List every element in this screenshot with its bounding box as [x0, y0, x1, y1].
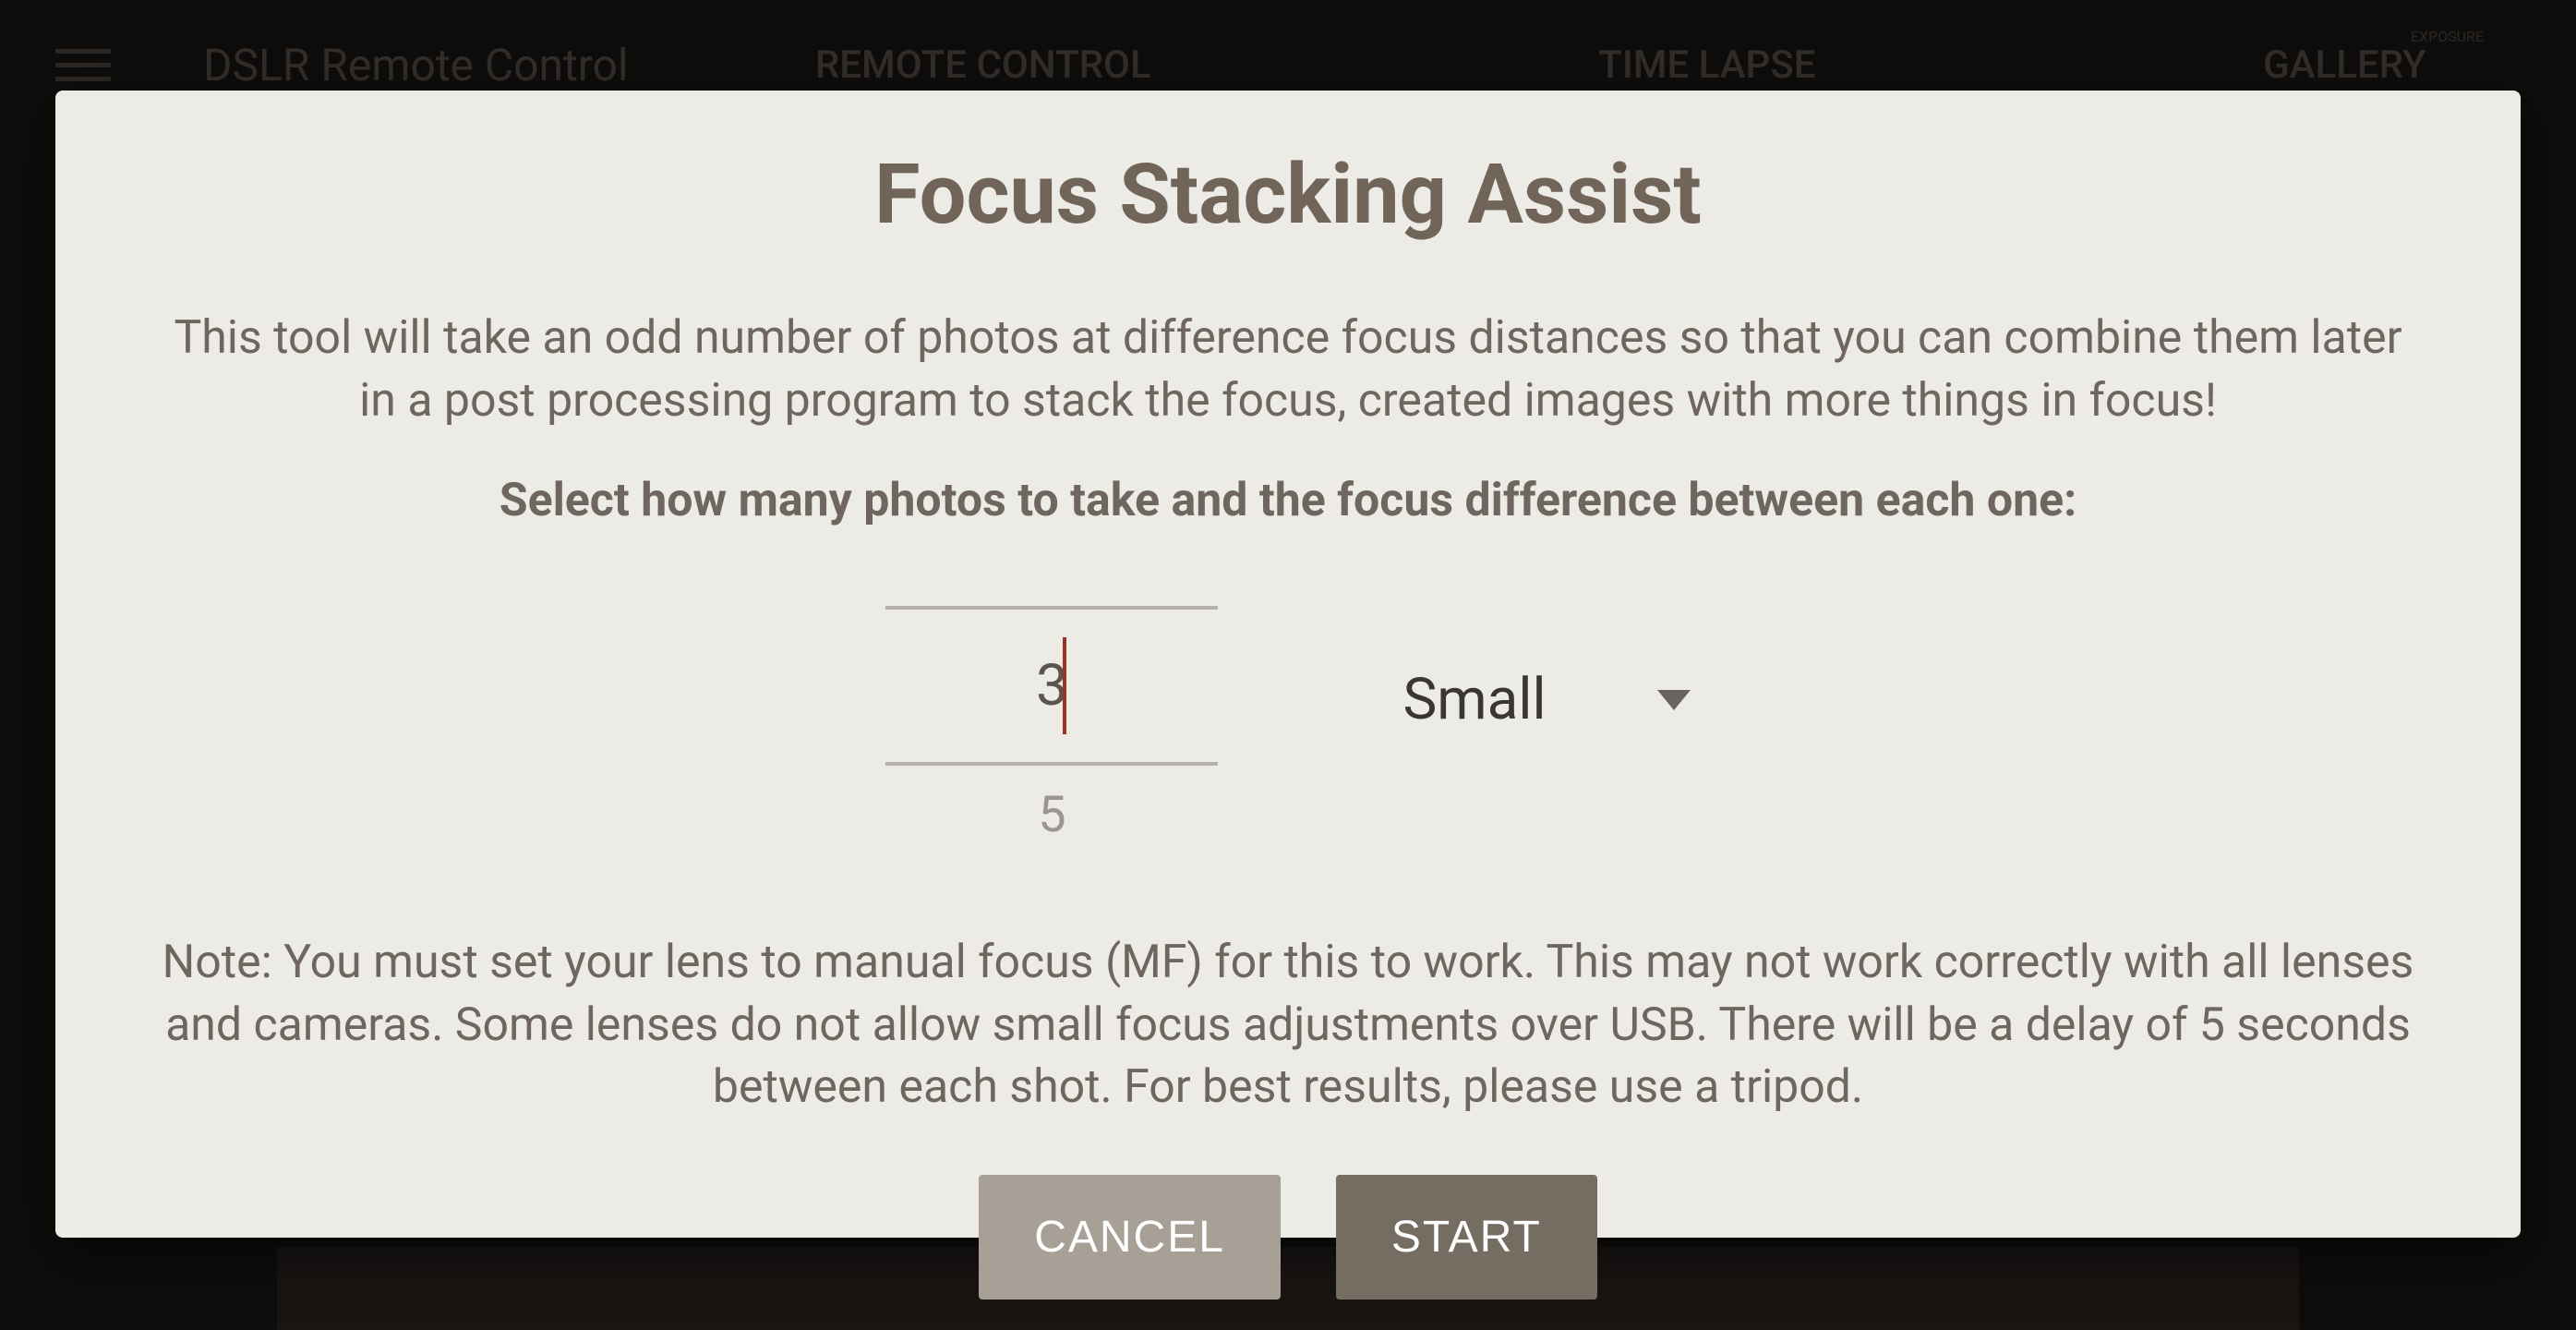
dialog-instruction: Select how many photos to take and the f…: [500, 474, 2076, 527]
start-button[interactable]: START: [1336, 1175, 1597, 1300]
focus-stacking-dialog: Focus Stacking Assist This tool will tak…: [55, 91, 2521, 1238]
button-row: CANCEL START: [979, 1175, 1597, 1300]
picker-value-row[interactable]: 3: [885, 610, 1218, 762]
text-cursor: [1063, 637, 1066, 734]
dialog-title: Focus Stacking Assist: [874, 146, 1702, 243]
focus-difference-select[interactable]: Small: [1402, 666, 1690, 733]
chevron-down-icon: [1657, 690, 1691, 710]
picker-divider: [885, 762, 1218, 766]
photo-count-picker[interactable]: 3 5: [885, 606, 1218, 844]
dialog-note: Note: You must set your lens to manual f…: [138, 932, 2438, 1119]
controls-row: 3 5 Small: [885, 606, 1690, 844]
select-value: Small: [1402, 666, 1546, 733]
cancel-button[interactable]: CANCEL: [979, 1175, 1281, 1300]
dialog-description: This tool will take an odd number of pho…: [157, 308, 2419, 432]
picker-next-value: 5: [1038, 786, 1065, 844]
